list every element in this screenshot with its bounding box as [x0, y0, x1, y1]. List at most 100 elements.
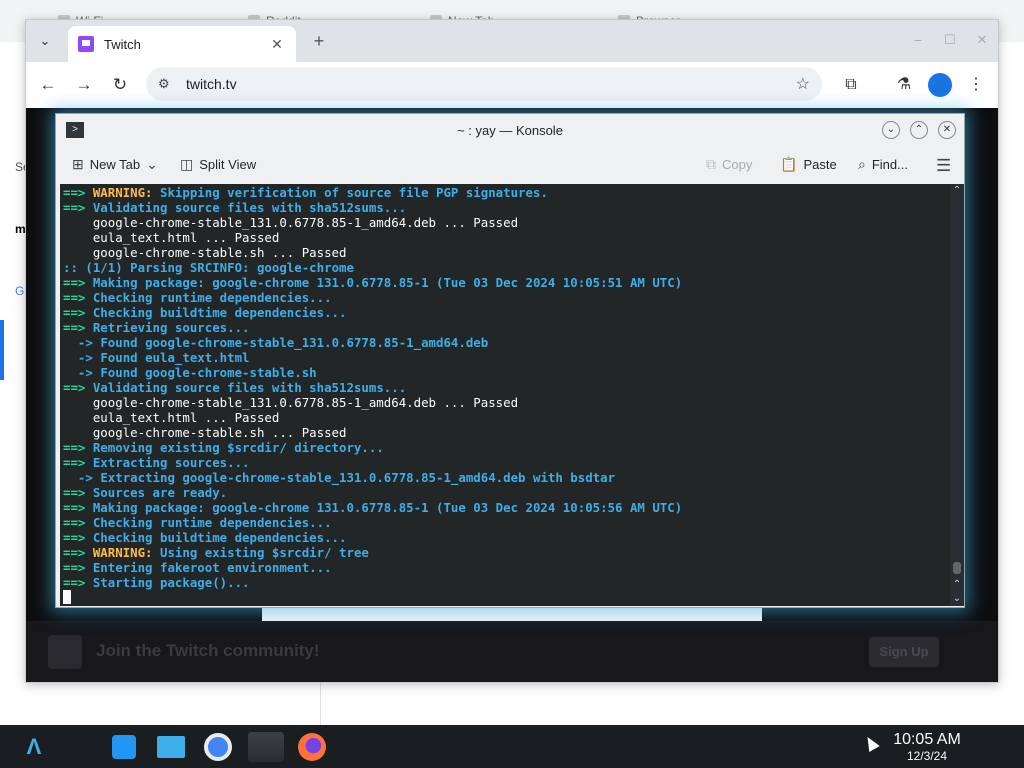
launcher-icon[interactable]: Ʌ — [18, 731, 50, 763]
terminal-line: ==> Making package: google-chrome 131.0.… — [63, 500, 943, 515]
konsole-task-glyph — [248, 732, 284, 762]
tab-close-icon[interactable]: ✕ — [268, 36, 286, 53]
new-tab-button[interactable]: ⊞ New Tab ⌄ — [72, 156, 158, 173]
clock-time: 10:05 AM — [893, 731, 961, 748]
terminal-text-segment: ==> — [63, 560, 93, 575]
terminal-text-segment: ==> — [63, 440, 93, 455]
terminal-text-segment: ==> — [63, 200, 93, 215]
dolphin-icon[interactable] — [155, 731, 187, 763]
maximize-icon[interactable]: ⌃ — [910, 121, 928, 139]
terminal-line: ==> Making package: google-chrome 131.0.… — [63, 275, 943, 290]
extensions-puzzle-icon[interactable]: ⧉ — [839, 73, 863, 97]
system-clock[interactable]: 10:05 AM 12/3/24 — [886, 731, 968, 763]
terminal-text-segment: google-chrome-stable_131.0.6778.85-1_amd… — [63, 215, 519, 230]
paste-button[interactable]: 📋 Paste — [780, 156, 837, 173]
discover-icon[interactable] — [108, 731, 140, 763]
copy-label: Copy — [722, 157, 753, 172]
new-tab-plus-icon[interactable]: + — [308, 30, 330, 52]
text-cursor — [63, 590, 71, 604]
window-close-icon[interactable]: ✕ — [972, 30, 992, 50]
terminal-text-segment: ==> — [63, 290, 93, 305]
chrome-icon[interactable] — [202, 731, 234, 763]
konsole-title: ~ : yay — Konsole — [457, 122, 563, 138]
minimize-icon[interactable]: – — [908, 30, 928, 50]
terminal-text-segment: Making package: google-chrome 131.0.6778… — [92, 500, 683, 515]
terminal-text-segment: Found google-chrome-stable.sh — [100, 365, 317, 380]
scroll-up-icon[interactable]: ⌃ — [950, 184, 964, 198]
terminal-text-segment: Sources are ready. — [92, 485, 228, 500]
terminal-line: google-chrome-stable.sh ... Passed — [63, 245, 943, 260]
terminal-line: ==> Removing existing $srcdir/ directory… — [63, 440, 943, 455]
terminal-text-segment: google-chrome-stable.sh ... Passed — [63, 425, 347, 440]
background-selection-indicator — [0, 320, 4, 380]
terminal-text-segment: Skipping verification of source file PGP… — [152, 185, 548, 200]
scroll-up-icon[interactable]: ⌃ — [950, 578, 964, 592]
terminal-line: -> Found google-chrome-stable.sh — [63, 365, 943, 380]
terminal-text-segment: Checking runtime dependencies... — [92, 515, 332, 530]
twitch-join-banner: Join the Twitch community! Sign Up — [26, 621, 998, 682]
terminal-text-segment: Validating source files with sha512sums.… — [92, 200, 407, 215]
forward-arrow-icon[interactable]: → — [72, 73, 96, 97]
maximize-icon[interactable]: ☐ — [940, 30, 960, 50]
terminal-line: ==> Validating source files with sha512s… — [63, 200, 943, 215]
terminal-text-segment: ==> — [63, 485, 93, 500]
terminal-line: ==> Checking runtime dependencies... — [63, 515, 943, 530]
discover-glyph — [112, 735, 136, 759]
address-bar[interactable]: ⚙ twitch.tv ☆ — [146, 67, 822, 101]
hamburger-glyph: ☰ — [936, 156, 952, 175]
terminal-text-segment: Starting package()... — [92, 575, 250, 590]
tab-search-chevron-icon[interactable]: ⌄ — [34, 30, 56, 52]
minimize-icon[interactable]: ⌄ — [882, 121, 900, 139]
close-icon[interactable]: ✕ — [938, 121, 956, 139]
terminal-output[interactable]: ==> WARNING: Skipping verification of so… — [60, 184, 964, 606]
twitch-logo-icon — [48, 635, 82, 669]
terminal-text-segment: Using existing $srcdir/ tree — [152, 545, 369, 560]
new-tab-label: New Tab — [89, 157, 141, 172]
split-view-button[interactable]: ◫ Split View — [180, 156, 256, 173]
terminal-line: ==> Checking buildtime dependencies... — [63, 530, 943, 545]
terminal-text-segment: ==> — [63, 575, 93, 590]
bookmark-star-icon[interactable]: ☆ — [796, 74, 810, 94]
copy-icon: ⧉ — [706, 156, 716, 172]
terminal-text-segment: -> — [63, 470, 101, 485]
url-text[interactable]: twitch.tv — [186, 76, 796, 92]
terminal-line: :: (1/1) Parsing SRCINFO: google-chrome — [63, 260, 943, 275]
scroll-down-icon[interactable]: ⌄ — [950, 592, 964, 606]
site-settings-icon[interactable]: ⚙ — [158, 76, 176, 92]
back-arrow-icon[interactable]: ← — [36, 73, 60, 97]
paste-icon: 📋 — [780, 156, 798, 172]
tab-twitch[interactable]: Twitch ✕ — [68, 26, 296, 62]
konsole-icon[interactable] — [246, 731, 286, 763]
terminal-line: ==> Sources are ready. — [63, 485, 943, 500]
copy-button[interactable]: ⧉ Copy — [706, 156, 752, 173]
more-menu-icon[interactable]: ⋮ — [964, 73, 988, 97]
sign-up-button[interactable]: Sign Up — [869, 637, 939, 667]
find-button[interactable]: ⌕ Find... — [858, 156, 908, 173]
split-view-icon: ◫ — [180, 156, 194, 172]
terminal-text-segment: ==> — [63, 530, 93, 545]
chrome-glyph — [204, 733, 232, 761]
search-icon: ⌕ — [858, 156, 866, 172]
firefox-glyph — [298, 733, 326, 761]
konsole-app-icon[interactable]: > — [66, 122, 84, 138]
terminal-text-segment: ==> — [63, 305, 93, 320]
terminal-line: google-chrome-stable_131.0.6778.85-1_amd… — [63, 215, 943, 230]
terminal-text-segment: ==> — [63, 455, 93, 470]
hamburger-menu-icon[interactable]: ☰ — [936, 156, 951, 176]
terminal-scrollbar[interactable]: ⌃ ⌃ ⌄ — [950, 184, 964, 606]
terminal-line: eula_text.html ... Passed — [63, 410, 943, 425]
reload-icon[interactable]: ↻ — [108, 73, 132, 97]
terminal-text-segment: ==> — [63, 500, 93, 515]
firefox-icon[interactable] — [296, 731, 328, 763]
split-view-label: Split View — [199, 157, 257, 172]
tab-title: Twitch — [104, 36, 141, 52]
terminal-line: eula_text.html ... Passed — [63, 230, 943, 245]
scrollbar-thumb[interactable] — [953, 562, 961, 574]
terminal-line: ==> WARNING: Using existing $srcdir/ tre… — [63, 545, 943, 560]
chevron-down-icon[interactable]: ⌄ — [146, 156, 158, 173]
konsole-titlebar[interactable]: > ~ : yay — Konsole ⌄ ⌃ ✕ — [56, 114, 964, 146]
new-tab-icon: ⊞ — [72, 156, 84, 172]
terminal-text-segment: Checking buildtime dependencies... — [92, 305, 347, 320]
labs-flask-icon[interactable]: ⚗ — [892, 73, 916, 97]
profile-avatar-icon[interactable]: 👤 — [928, 73, 952, 97]
